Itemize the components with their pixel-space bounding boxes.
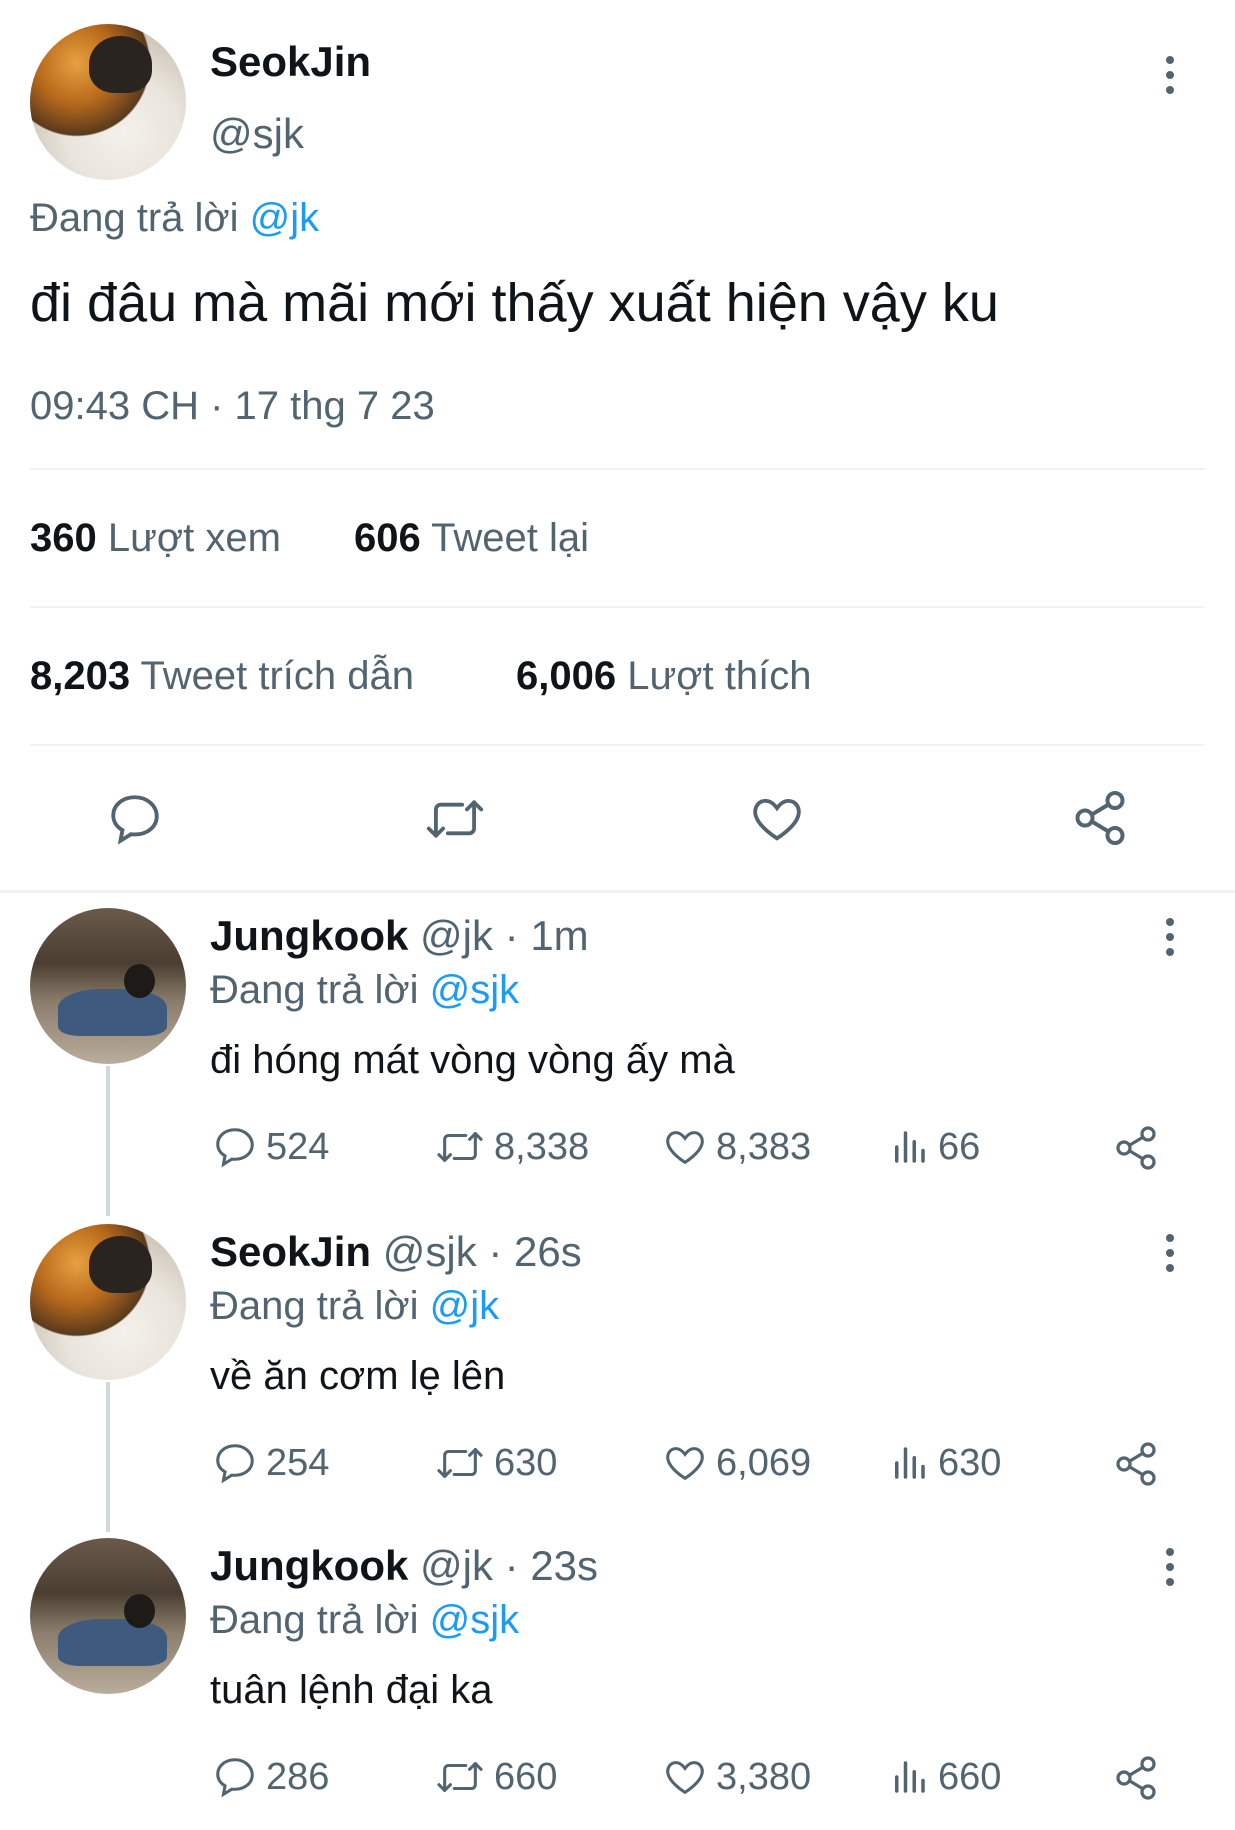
reply-count: 524 (266, 1125, 330, 1168)
retweet-action[interactable]: 8,338 (434, 1124, 589, 1170)
reply-action[interactable]: 254 (212, 1440, 329, 1486)
like-count: 8,383 (716, 1125, 812, 1168)
reply-count: 286 (266, 1755, 330, 1798)
reply-action[interactable]: 286 (212, 1754, 329, 1800)
views-count: 630 (938, 1441, 1002, 1484)
more-options-icon[interactable] (1166, 1548, 1176, 1593)
divider (30, 606, 1205, 608)
heart-icon (666, 1447, 704, 1481)
thread-line (106, 1382, 110, 1532)
bar-chart-icon (895, 1761, 925, 1793)
views-stat[interactable]: 360 Lượt xem (30, 516, 281, 561)
quotes-label: Tweet trích dẫn (140, 654, 414, 698)
share-icon[interactable] (1112, 1440, 1160, 1488)
more-options-icon[interactable] (1166, 918, 1176, 963)
avatar[interactable] (30, 1538, 186, 1694)
replying-to: Đang trả lời @sjk (210, 1598, 519, 1643)
likes-count: 6,006 (516, 654, 617, 698)
replying-prefix: Đang trả lời (210, 968, 419, 1012)
replying-prefix: Đang trả lời (210, 1284, 419, 1328)
thread-line (106, 1066, 110, 1216)
bar-chart-icon (895, 1447, 925, 1479)
views-action[interactable]: 630 (888, 1440, 1001, 1486)
reply-action[interactable]: 524 (212, 1124, 329, 1170)
author-meta[interactable]: @sjk · 26s (383, 1228, 582, 1275)
author-name[interactable]: SeokJin (210, 1228, 371, 1275)
likes-label: Lượt thích (627, 654, 812, 698)
reply-text: về ăn cơm lẹ lên (210, 1354, 506, 1398)
retweet-count: 630 (494, 1441, 558, 1484)
reply-text: tuân lệnh đại ka (210, 1668, 493, 1712)
like-count: 6,069 (716, 1441, 812, 1484)
avatar[interactable] (30, 1224, 186, 1380)
like-icon[interactable] (748, 790, 806, 848)
views-action[interactable]: 660 (888, 1754, 1001, 1800)
section-divider (0, 890, 1235, 893)
retweet-icon[interactable] (424, 790, 486, 848)
reply-count: 254 (266, 1441, 330, 1484)
replying-to-handle[interactable]: @jk (430, 1284, 500, 1328)
like-action[interactable]: 8,383 (662, 1124, 811, 1170)
reply-header: SeokJin @sjk · 26s (210, 1228, 582, 1276)
share-icon[interactable] (1070, 788, 1130, 848)
quotes-count: 8,203 (30, 654, 131, 698)
replying-prefix: Đang trả lời (210, 1598, 419, 1642)
views-action[interactable]: 66 (888, 1124, 980, 1170)
retweet-icon (437, 1762, 483, 1792)
divider (30, 744, 1205, 746)
author-name[interactable]: SeokJin (210, 38, 371, 86)
reply-icon (216, 1444, 254, 1484)
author-name[interactable]: Jungkook (210, 1542, 408, 1589)
reply-text: đi hóng mát vòng vòng ấy mà (210, 1038, 735, 1082)
more-options-icon[interactable] (1166, 56, 1176, 101)
replying-to-handle[interactable]: @jk (250, 196, 320, 240)
bar-chart-icon (895, 1131, 925, 1163)
retweets-label: Tweet lại (431, 516, 589, 560)
tweet-text: đi đâu mà mãi mới thấy xuất hiện vậy ku (30, 273, 999, 333)
like-count: 3,380 (716, 1755, 812, 1798)
heart-icon (666, 1131, 704, 1165)
author-meta[interactable]: @jk · 1m (420, 912, 589, 959)
share-icon[interactable] (1112, 1124, 1160, 1172)
reply-icon[interactable] (106, 790, 164, 848)
replying-to: Đang trả lời @sjk (210, 968, 519, 1013)
views-label: Lượt xem (107, 516, 281, 560)
retweet-action[interactable]: 630 (434, 1440, 557, 1486)
author-name[interactable]: Jungkook (210, 912, 408, 959)
share-icon[interactable] (1112, 1754, 1160, 1802)
views-count: 360 (30, 516, 97, 560)
retweet-icon (437, 1448, 483, 1478)
divider (30, 468, 1205, 470)
reply-header: Jungkook @jk · 23s (210, 1542, 598, 1590)
avatar[interactable] (30, 24, 186, 180)
replying-to-handle[interactable]: @sjk (430, 1598, 520, 1642)
retweets-stat[interactable]: 606 Tweet lại (354, 516, 589, 561)
author-handle[interactable]: @sjk (210, 110, 304, 158)
author-meta[interactable]: @jk · 23s (420, 1542, 598, 1589)
more-options-icon[interactable] (1166, 1234, 1176, 1279)
replying-to-handle[interactable]: @sjk (430, 968, 520, 1012)
retweets-count: 606 (354, 516, 421, 560)
like-action[interactable]: 6,069 (662, 1440, 811, 1486)
replying-to: Đang trả lời @jk (30, 196, 319, 241)
reply-icon (216, 1128, 254, 1168)
replying-to: Đang trả lời @jk (210, 1284, 499, 1329)
reply-header: Jungkook @jk · 1m (210, 912, 589, 960)
retweet-count: 8,338 (494, 1125, 590, 1168)
heart-icon (666, 1761, 704, 1795)
replying-prefix: Đang trả lời (30, 196, 239, 240)
avatar[interactable] (30, 908, 186, 1064)
quotes-stat[interactable]: 8,203 Tweet trích dẫn (30, 654, 414, 699)
like-action[interactable]: 3,380 (662, 1754, 811, 1800)
retweet-icon (437, 1132, 483, 1162)
views-count: 660 (938, 1755, 1002, 1798)
retweet-action[interactable]: 660 (434, 1754, 557, 1800)
likes-stat[interactable]: 6,006 Lượt thích (516, 654, 811, 699)
tweet-timestamp[interactable]: 09:43 CH · 17 thg 7 23 (30, 384, 435, 429)
reply-icon (216, 1758, 254, 1798)
retweet-count: 660 (494, 1755, 558, 1798)
views-count: 66 (938, 1125, 981, 1168)
